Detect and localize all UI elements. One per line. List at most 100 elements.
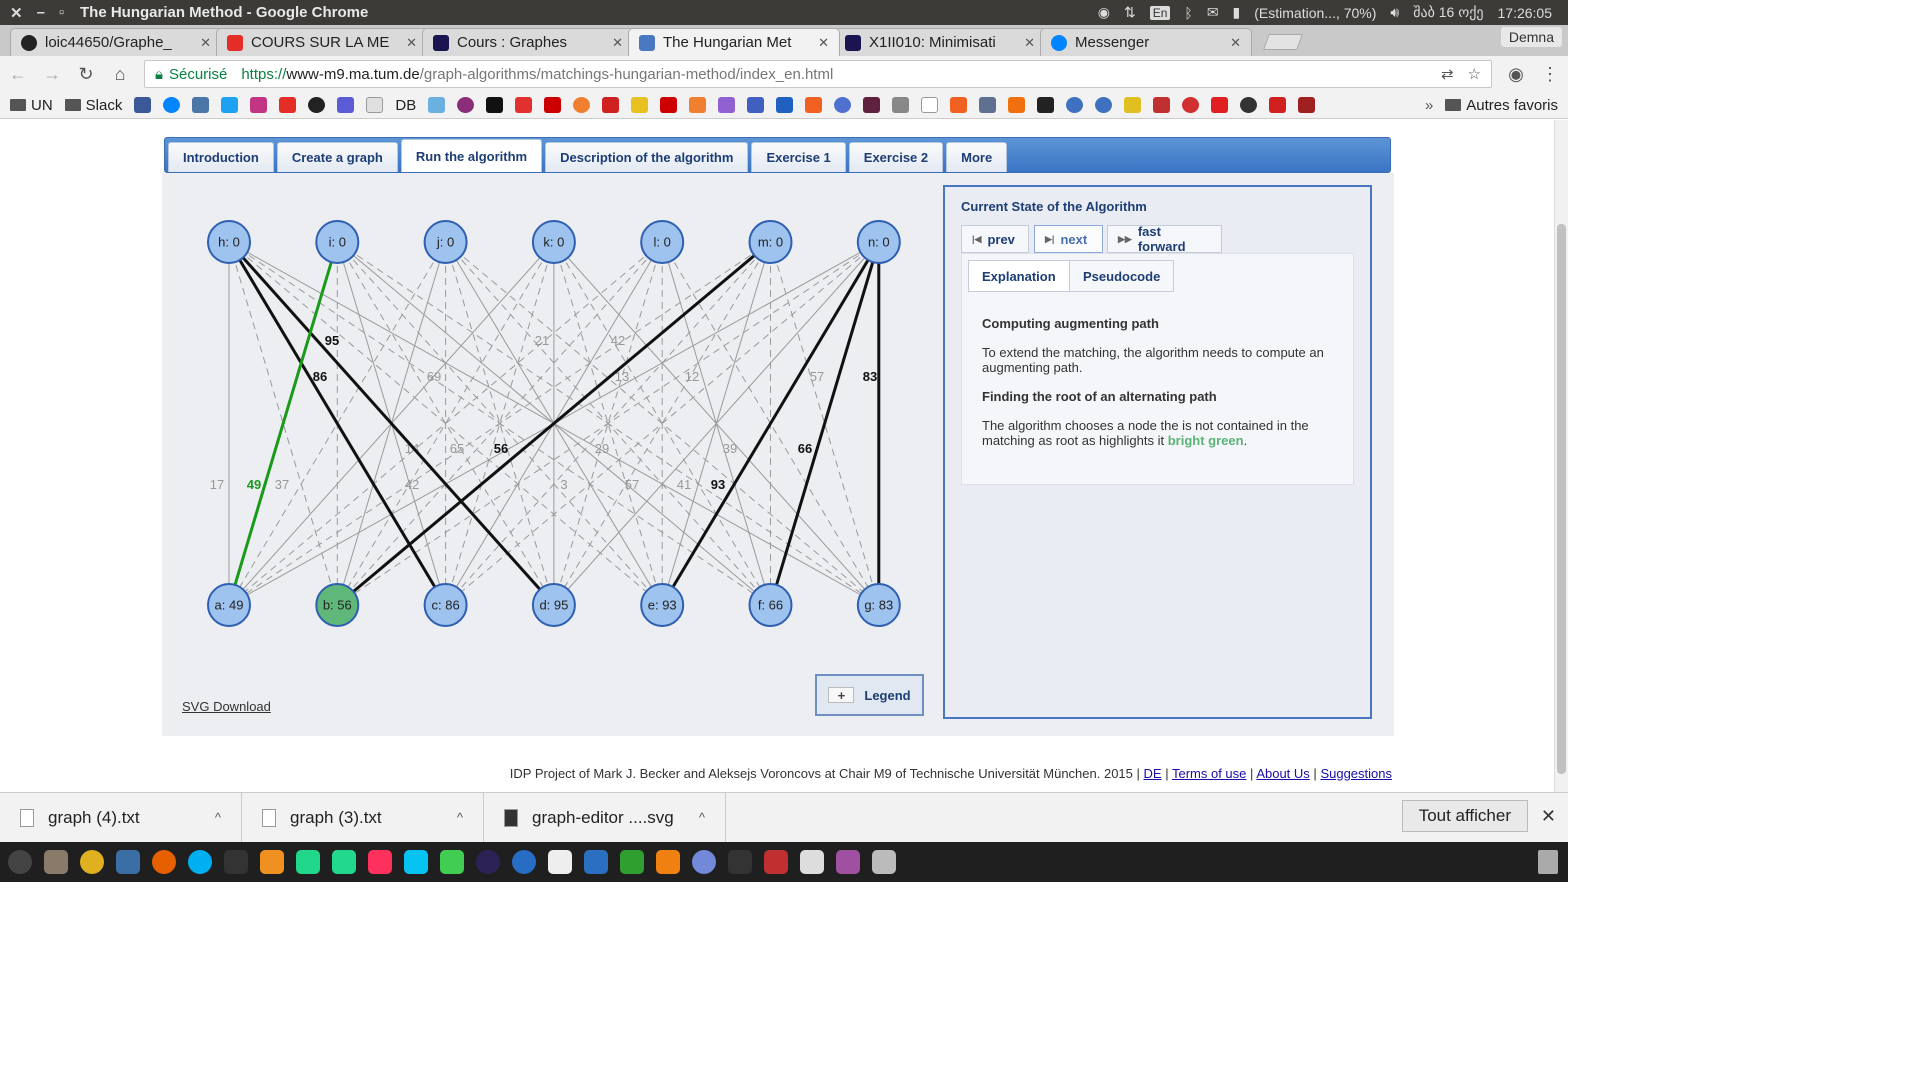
page-scrollbar[interactable]: [1554, 120, 1568, 792]
bookmark-icon[interactable]: [950, 97, 968, 113]
tab-pseudocode[interactable]: Pseudocode: [1069, 260, 1175, 292]
scrollbar-thumb[interactable]: [1557, 224, 1566, 774]
bookmark-icon[interactable]: [689, 97, 707, 113]
graph-node-k[interactable]: k: 0: [531, 220, 576, 264]
bookmark-icon[interactable]: [1066, 97, 1084, 113]
volume-icon[interactable]: 🔊︎: [1390, 4, 1399, 21]
footer-link-about[interactable]: About Us: [1256, 766, 1309, 781]
new-tab-button[interactable]: [1263, 34, 1303, 50]
tab-explanation[interactable]: Explanation: [968, 260, 1070, 292]
translate-icon[interactable]: ⇄: [1441, 65, 1454, 83]
graph-node-m[interactable]: m: 0: [748, 220, 793, 264]
browser-tab[interactable]: X1II010: Minimisati ✕: [834, 28, 1046, 56]
graph-node-d[interactable]: d: 95: [531, 583, 576, 627]
download-item[interactable]: graph (3).txt ^: [242, 792, 484, 843]
bookmark-icon[interactable]: [1124, 97, 1142, 113]
bookmark-icon[interactable]: [1269, 97, 1287, 113]
keyboard-layout[interactable]: En: [1149, 5, 1171, 20]
chevron-up-icon[interactable]: ^: [215, 810, 221, 825]
files-icon[interactable]: [44, 850, 68, 874]
close-tab-icon[interactable]: ✕: [1024, 35, 1035, 51]
app-icon[interactable]: [764, 850, 788, 874]
graph-node-h[interactable]: h: 0: [207, 220, 251, 264]
next-button[interactable]: ▶| next: [1034, 225, 1103, 253]
bookmark-icon[interactable]: [366, 97, 384, 113]
close-icon[interactable]: ✕: [1541, 806, 1556, 827]
bookmark-folder-other[interactable]: Autres favoris: [1445, 97, 1558, 114]
bookmark-icon[interactable]: [486, 97, 504, 113]
graph-node-n[interactable]: n: 0: [856, 220, 901, 264]
browser-tab[interactable]: COURS SUR LA ME ✕: [216, 28, 428, 56]
menu-icon[interactable]: ⋮: [1540, 64, 1560, 85]
graph-node-l[interactable]: l: 0: [640, 220, 685, 264]
reload-icon[interactable]: ↻: [76, 64, 96, 85]
forward-icon[interactable]: →: [42, 64, 62, 85]
skype-icon[interactable]: [188, 850, 212, 874]
bookmark-icon[interactable]: [1008, 97, 1026, 113]
webstorm-icon[interactable]: [404, 850, 428, 874]
eclipse-icon[interactable]: [476, 850, 500, 874]
messenger-icon[interactable]: [163, 97, 181, 113]
bookmark-icon[interactable]: [863, 97, 881, 113]
graph-node-j[interactable]: j: 0: [423, 220, 468, 264]
extension-icon[interactable]: ◉: [1506, 64, 1526, 85]
address-bar[interactable]: 🔒︎ Sécurisé https://www-m9.ma.tum.de/gra…: [144, 60, 1492, 88]
clion-icon[interactable]: [332, 850, 356, 874]
bookmark-icon[interactable]: [776, 97, 794, 113]
graph-node-c[interactable]: c: 86: [423, 583, 468, 627]
bookmark-icon[interactable]: [1211, 97, 1229, 113]
graph-node-b[interactable]: b: 56: [315, 583, 360, 627]
bookmark-icon[interactable]: [834, 97, 852, 113]
app-icon[interactable]: [800, 850, 824, 874]
terminal-icon[interactable]: [224, 850, 248, 874]
ubuntu-icon[interactable]: [8, 850, 32, 874]
browser-tab[interactable]: Cours : Graphes ✕: [422, 28, 634, 56]
close-tab-icon[interactable]: ✕: [406, 35, 417, 51]
bookmark-icon[interactable]: [921, 97, 939, 113]
tab-exercise-2[interactable]: Exercise 2: [848, 142, 944, 172]
minimize-window-icon[interactable]: –: [37, 4, 45, 22]
tab-introduction[interactable]: Introduction: [168, 142, 274, 172]
close-tab-icon[interactable]: ✕: [200, 35, 211, 51]
bookmark-icon[interactable]: [747, 97, 765, 113]
download-item[interactable]: graph-editor ....svg ^: [484, 792, 726, 843]
bookmark-icon[interactable]: [602, 97, 620, 113]
browser-tab[interactable]: loic44650/Graphe_ ✕: [10, 28, 222, 56]
network-icon[interactable]: ⇅: [1124, 4, 1136, 21]
clock[interactable]: 17:26:05: [1498, 5, 1553, 21]
bookmark-icon[interactable]: [1240, 97, 1258, 113]
bookmark-folder-slack[interactable]: Slack: [64, 97, 122, 114]
close-tab-icon[interactable]: ✕: [1230, 35, 1241, 51]
youtube-icon[interactable]: [279, 97, 297, 113]
bookmark-icon[interactable]: [573, 97, 591, 113]
pycharm-icon[interactable]: [296, 850, 320, 874]
footer-link-de[interactable]: DE: [1144, 766, 1162, 781]
browser-tab[interactable]: Messenger ✕: [1040, 28, 1252, 56]
battery-icon[interactable]: ▮: [1233, 4, 1241, 21]
instagram-icon[interactable]: [250, 97, 268, 113]
mail-icon[interactable]: ✉: [1207, 4, 1219, 21]
download-item[interactable]: graph (4).txt ^: [0, 792, 242, 843]
qt-icon[interactable]: [440, 850, 464, 874]
app-icon[interactable]: [116, 850, 140, 874]
bookmark-icon[interactable]: [979, 97, 997, 113]
twitter-icon[interactable]: [221, 97, 239, 113]
date[interactable]: შაბ 16 ოქე: [1413, 4, 1483, 21]
tab-exercise-1[interactable]: Exercise 1: [751, 142, 846, 172]
tab-run-algorithm[interactable]: Run the algorithm: [400, 139, 543, 172]
app-icon[interactable]: [836, 850, 860, 874]
tab-description[interactable]: Description of the algorithm: [545, 142, 749, 172]
calc-icon[interactable]: [620, 850, 644, 874]
bookmark-db[interactable]: DB: [395, 97, 416, 114]
bookmark-icon[interactable]: [1153, 97, 1171, 113]
svg-download-link[interactable]: SVG Download: [182, 699, 271, 714]
bookmarks-overflow-icon[interactable]: »: [1425, 97, 1433, 114]
bookmark-icon[interactable]: [892, 97, 910, 113]
back-icon[interactable]: ←: [8, 64, 28, 85]
vlc-icon[interactable]: [656, 850, 680, 874]
footer-link-suggestions[interactable]: Suggestions: [1320, 766, 1392, 781]
graph-node-i[interactable]: i: 0: [315, 220, 360, 264]
graph-node-a[interactable]: a: 49: [207, 583, 251, 627]
graph-node-e[interactable]: e: 93: [640, 583, 685, 627]
maximize-window-icon[interactable]: ▫: [59, 4, 64, 22]
